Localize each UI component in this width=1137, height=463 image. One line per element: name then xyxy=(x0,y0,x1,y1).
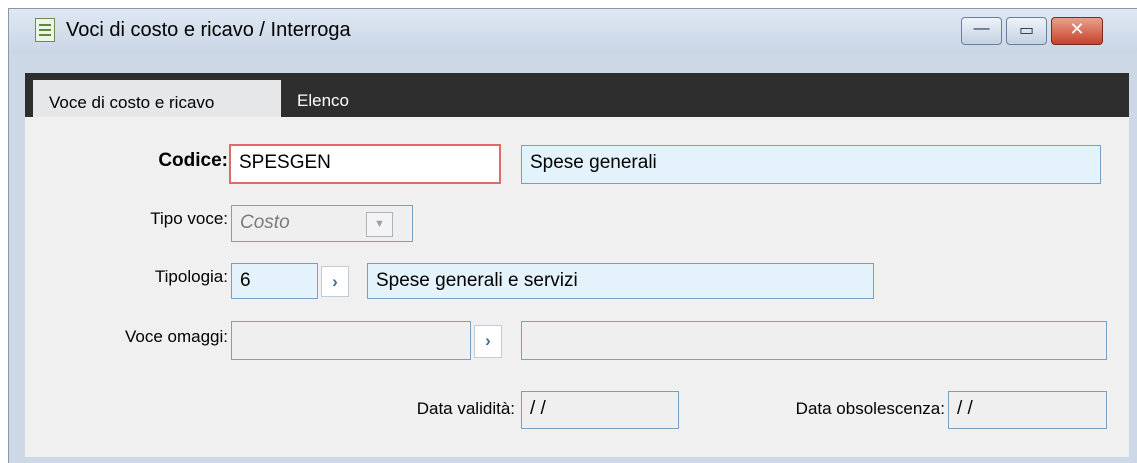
tipologia-description-field[interactable]: Spese generali e servizi xyxy=(367,263,874,299)
tipo-voce-value: Costo xyxy=(240,212,290,233)
data-validita-label: Data validità: xyxy=(416,399,515,418)
tipologia-input[interactable]: 6 xyxy=(231,263,318,299)
data-obsolescenza-label: Data obsolescenza: xyxy=(795,399,945,418)
data-validita-input[interactable]: / / xyxy=(521,391,679,429)
chevron-down-icon[interactable]: ▼ xyxy=(366,212,393,237)
tab-elenco[interactable]: Elenco xyxy=(297,91,349,111)
data-obsolescenza-input[interactable]: / / xyxy=(948,391,1107,429)
tab-strip: Voce di costo e ricavo Elenco xyxy=(25,73,1129,117)
tipologia-zoom-icon[interactable]: › xyxy=(321,266,349,297)
codice-label: Codice: xyxy=(158,150,228,171)
codice-description-field[interactable]: Spese generali xyxy=(521,145,1101,184)
form-panel: Codice: SPESGEN Spese generali Tipo voce… xyxy=(25,117,1129,457)
voce-omaggi-label: Voce omaggi: xyxy=(124,327,228,346)
minimize-button[interactable]: — xyxy=(961,17,1002,45)
minimize-icon: — xyxy=(973,20,990,37)
voce-omaggi-input[interactable] xyxy=(231,321,471,360)
close-icon: ✕ xyxy=(1069,19,1085,39)
maximize-button[interactable]: ▭ xyxy=(1006,17,1047,45)
window-title: Voci di costo e ricavo / Interroga xyxy=(66,19,351,41)
close-button[interactable]: ✕ xyxy=(1051,17,1103,45)
voce-omaggi-description-field[interactable] xyxy=(521,321,1107,360)
tipologia-label: Tipologia: xyxy=(154,267,228,286)
maximize-icon: ▭ xyxy=(1018,22,1035,39)
codice-input[interactable]: SPESGEN xyxy=(229,144,501,184)
tab-voce-di-costo-e-ricavo[interactable]: Voce di costo e ricavo xyxy=(33,80,281,117)
form-document-icon xyxy=(35,18,55,42)
title-bar[interactable]: Voci di costo e ricavo / Interroga — ▭ ✕ xyxy=(9,9,1137,53)
tipo-voce-label: Tipo voce: xyxy=(150,209,228,228)
voce-omaggi-zoom-icon[interactable]: › xyxy=(474,325,502,358)
